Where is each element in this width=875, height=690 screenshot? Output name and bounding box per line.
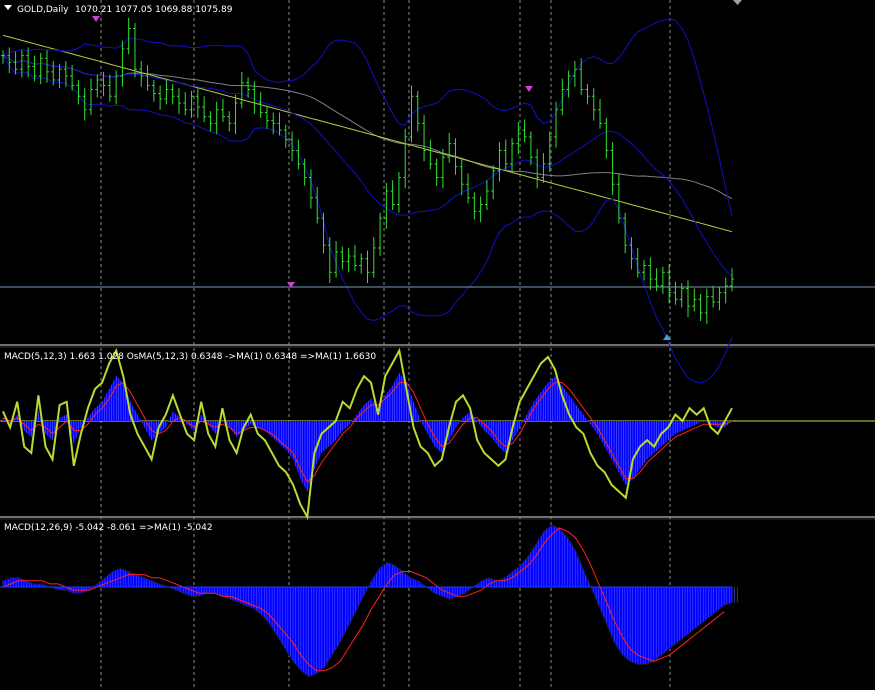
price-bars xyxy=(1,17,734,324)
bollinger-middle-band xyxy=(2,55,733,278)
bollinger-upper-band xyxy=(2,18,733,217)
chart-canvas: GOLD,Daily 1070.21 1077.05 1069.88 1075.… xyxy=(0,0,875,690)
scroll-marker-icon xyxy=(733,0,742,5)
macd-slow-histogram-area xyxy=(3,525,732,677)
macd-slow-panel: MACD(12,26,9) -5.042 -8.061 =>MA(1) -5.0… xyxy=(0,523,738,678)
ohlc-readout: 1070.21 1077.05 1069.88 1075.89 xyxy=(75,5,233,15)
symbol-title: GOLD,Daily xyxy=(17,5,69,15)
macd-fast-title: MACD(5,12,3) 1.663 1.028 OsMA(5,12,3) 0.… xyxy=(4,352,376,362)
arrow-down-icon xyxy=(525,86,533,92)
macd-slow-histogram xyxy=(2,524,738,678)
fractal-arrows xyxy=(92,16,671,340)
moving-average-long-line xyxy=(2,34,733,233)
bollinger-lower-band xyxy=(2,55,733,384)
price-panel: GOLD,Daily 1070.21 1077.05 1069.88 1075.… xyxy=(0,0,875,384)
arrow-down-icon xyxy=(92,16,100,22)
chart-window: { "window": { "symbol_title": "GOLD,Dail… xyxy=(0,0,875,690)
collapse-triangle-icon[interactable] xyxy=(4,5,12,10)
macd-slow-title: MACD(12,26,9) -5.042 -8.061 =>MA(1) -5.0… xyxy=(4,523,213,533)
macd-fast-panel: MACD(5,12,3) 1.663 1.028 OsMA(5,12,3) 0.… xyxy=(0,347,875,521)
